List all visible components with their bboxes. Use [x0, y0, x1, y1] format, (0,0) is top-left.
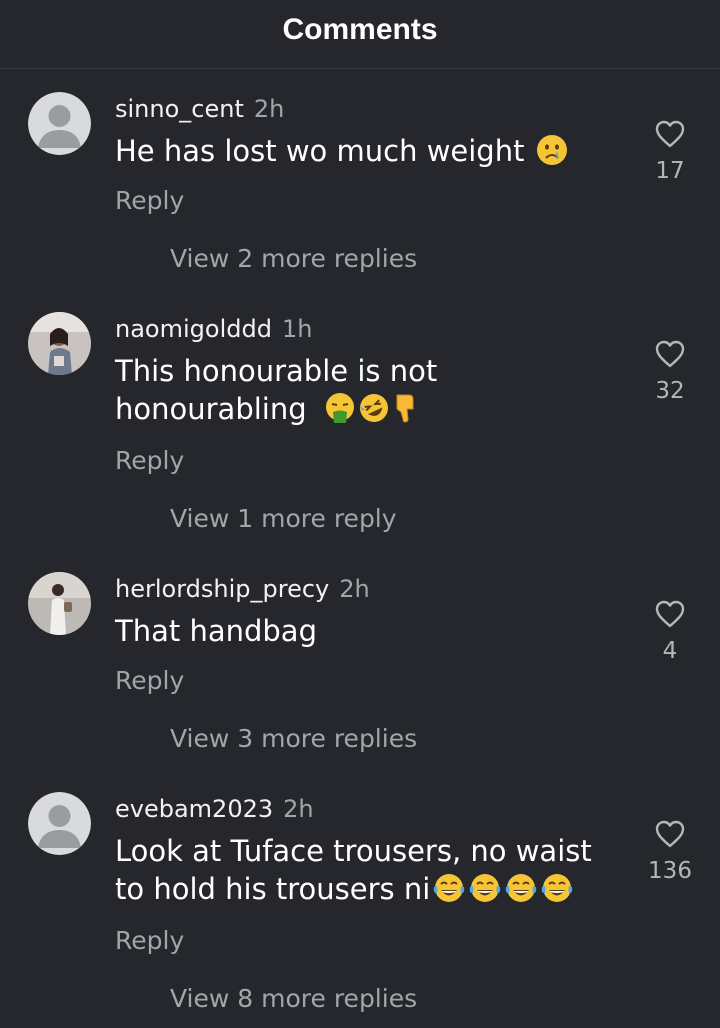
avatar[interactable]: [28, 792, 91, 855]
tears-of-joy-icon: [470, 874, 501, 902]
heart-icon[interactable]: [655, 120, 685, 148]
comment-text-line: This honourable is not: [115, 354, 438, 388]
like-count: 4: [662, 638, 678, 664]
comment-meta: evebam2023 2h: [115, 792, 314, 826]
heart-icon[interactable]: [655, 600, 685, 628]
comment-item: herlordship_precy 2h That handbag Reply V…: [0, 572, 720, 772]
rolling-laughing-face-icon: [359, 394, 388, 422]
comments-header: Comments: [0, 0, 720, 69]
tears-of-joy-icon: [542, 874, 573, 902]
reply-button[interactable]: Reply: [115, 664, 184, 698]
vomiting-face-icon: [325, 393, 354, 423]
comment-text: Look at Tuface trousers, no waist to hol…: [115, 832, 615, 908]
timestamp: 2h: [253, 95, 285, 123]
tears-of-joy-icon: [506, 874, 537, 902]
comment-text: He has lost wo much weight: [115, 132, 615, 170]
comment-text: That handbag: [115, 612, 615, 650]
reply-button[interactable]: Reply: [115, 184, 184, 218]
like-container: 4: [630, 600, 710, 666]
comment-text-line-with-emoji: to hold his trousers ni: [115, 870, 615, 908]
like-container: 17: [630, 120, 710, 186]
reply-button[interactable]: Reply: [115, 444, 184, 478]
thumbs-down-icon: [396, 394, 414, 423]
comment-meta: herlordship_precy 2h: [115, 572, 370, 606]
comment-item: sinno_cent 2h He has lost wo much weight …: [0, 92, 720, 292]
default-avatar-icon: [28, 92, 91, 155]
username[interactable]: sinno_cent: [115, 95, 244, 123]
username[interactable]: herlordship_precy: [115, 575, 329, 603]
view-more-replies-button[interactable]: View 8 more replies: [170, 982, 417, 1016]
view-more-replies-button[interactable]: View 2 more replies: [170, 242, 417, 276]
heart-icon[interactable]: [655, 340, 685, 368]
comment-text-line: honourabling: [115, 392, 307, 426]
view-more-replies-button[interactable]: View 3 more replies: [170, 722, 417, 756]
comment-meta: naomigolddd 1h: [115, 312, 312, 346]
photo-avatar-icon: [28, 312, 91, 375]
comment-text: This honourable is not honourabling: [115, 352, 615, 428]
like-count: 17: [655, 158, 685, 184]
like-container: 32: [630, 340, 710, 406]
page-title: Comments: [282, 13, 438, 46]
comment-text-content: That handbag: [115, 614, 317, 648]
reply-button[interactable]: Reply: [115, 924, 184, 958]
like-container: 136: [630, 820, 710, 886]
comment-text-line: Look at Tuface trousers, no waist: [115, 834, 592, 868]
tears-of-joy-icon: [434, 874, 465, 902]
default-avatar-icon: [28, 792, 91, 855]
like-count: 32: [655, 378, 685, 404]
timestamp: 2h: [339, 575, 370, 603]
username[interactable]: evebam2023: [115, 795, 273, 823]
crying-face-icon: [536, 135, 567, 165]
view-more-replies-button[interactable]: View 1 more reply: [170, 502, 397, 536]
avatar[interactable]: [28, 92, 91, 155]
comment-text-line-with-emoji: honourabling: [115, 390, 615, 428]
username[interactable]: naomigolddd: [115, 315, 272, 343]
avatar[interactable]: [28, 312, 91, 375]
avatar[interactable]: [28, 572, 91, 635]
comment-item: naomigolddd 1h This honourable is not hon…: [0, 312, 720, 533]
comment-text-line: to hold his trousers ni: [115, 872, 431, 906]
comment-text-content: He has lost wo much weight: [115, 134, 525, 168]
comment-item: evebam2023 2h Look at Tuface trousers, no…: [0, 792, 720, 1028]
like-count: 136: [648, 858, 692, 884]
heart-icon[interactable]: [655, 820, 685, 848]
comment-meta: sinno_cent 2h: [115, 92, 284, 126]
timestamp: 1h: [281, 315, 313, 343]
timestamp: 2h: [283, 795, 314, 823]
photo-avatar-icon: [28, 572, 91, 635]
